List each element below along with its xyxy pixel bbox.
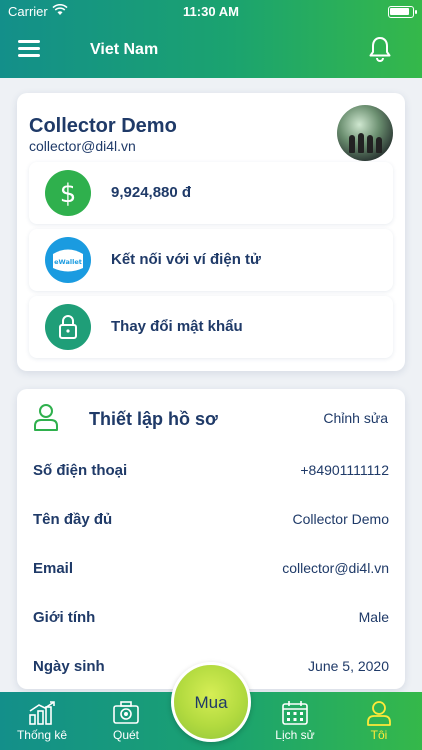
battery-icon <box>388 6 417 18</box>
tab-history[interactable]: Lịch sử <box>261 692 329 750</box>
field-row-phone: Số điện thoại +84901111112 <box>33 462 389 484</box>
field-value: Collector Demo <box>292 511 389 527</box>
field-row-email: Email collector@di4l.vn <box>33 560 389 582</box>
profile-settings-card: Thiết lập hồ sơ Chỉnh sửa Số điện thoại … <box>17 389 405 689</box>
field-value: collector@di4l.vn <box>282 560 389 576</box>
tab-label: Thống kê <box>16 728 68 742</box>
chart-icon <box>29 701 55 725</box>
avatar[interactable] <box>337 105 393 161</box>
ewallet-icon: eWallet <box>45 237 91 283</box>
field-label: Số điện thoại <box>33 462 128 479</box>
field-label: Email <box>33 560 74 577</box>
ewallet-label: Kết nối với ví điện tử <box>111 251 261 268</box>
dollar-icon: $ <box>45 170 91 216</box>
svg-text:$: $ <box>60 179 77 209</box>
field-value: +84901111112 <box>300 462 389 478</box>
balance-row[interactable]: $ 9,924,880 đ <box>29 162 393 224</box>
field-row-gender: Giới tính Male <box>33 609 389 631</box>
field-value: June 5, 2020 <box>308 658 389 674</box>
profile-card: Collector Demo collector@di4l.vn $ 9,924… <box>17 93 405 371</box>
tab-label: Lịch sử <box>275 728 315 742</box>
tab-me[interactable]: Tôi <box>345 692 413 750</box>
calendar-icon <box>282 701 308 725</box>
settings-title: Thiết lập hồ sơ <box>89 409 218 429</box>
field-row-fullname: Tên đầy đủ Collector Demo <box>33 511 389 533</box>
tab-label: Tôi <box>370 728 388 742</box>
tab-scan[interactable]: Quét <box>92 692 160 750</box>
buy-button-label: Mua <box>194 693 228 712</box>
change-password-row[interactable]: Thay đổi mật khẩu <box>29 296 393 358</box>
status-bar: Carrier 11:30 AM <box>0 4 422 20</box>
bell-icon[interactable] <box>368 36 392 62</box>
hamburger-menu-icon[interactable] <box>18 40 40 58</box>
change-password-label: Thay đổi mật khẩu <box>111 318 243 335</box>
user-icon <box>367 701 391 726</box>
camera-icon <box>113 701 139 724</box>
app-header: Carrier 11:30 AM Viet Nam <box>0 0 422 78</box>
buy-button[interactable]: Mua <box>171 662 251 742</box>
edit-button[interactable]: Chỉnh sửa <box>323 410 388 426</box>
field-label: Giới tính <box>33 609 96 626</box>
tab-label: Quét <box>112 728 139 742</box>
lock-icon <box>45 304 91 350</box>
field-label: Ngày sinh <box>33 658 105 675</box>
field-value: Male <box>358 609 389 625</box>
balance-label: 9,924,880 đ <box>111 184 192 201</box>
ewallet-row[interactable]: eWallet Kết nối với ví điện tử <box>29 229 393 291</box>
user-outline-icon <box>34 404 58 431</box>
field-label: Tên đầy đủ <box>33 511 113 528</box>
svg-text:eWallet: eWallet <box>54 258 82 266</box>
tab-statistics[interactable]: Thống kê <box>8 692 76 750</box>
user-email: collector@di4l.vn <box>29 138 136 154</box>
header-title: Viet Nam <box>90 41 159 58</box>
user-name: Collector Demo <box>29 115 177 137</box>
status-time: 11:30 AM <box>183 4 239 19</box>
